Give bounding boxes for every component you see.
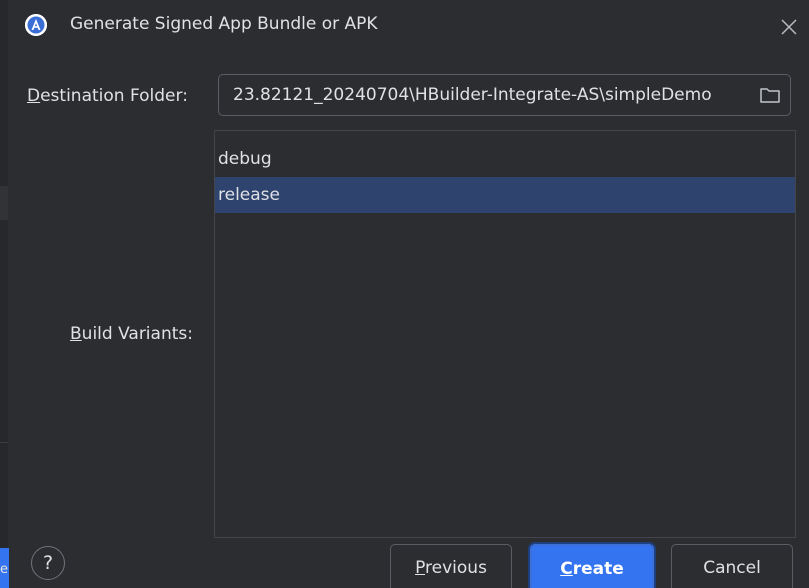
background-ide-strip: e	[0, 0, 9, 588]
background-ide-tab: e	[0, 548, 9, 588]
previous-button[interactable]: Previous	[390, 544, 512, 588]
destination-label-mnemonic: D	[27, 86, 41, 106]
signed-bundle-dialog: e Generate Signed App Bundle or APK Dest…	[0, 0, 809, 588]
close-button[interactable]	[778, 16, 800, 38]
build-variants-label: Build Variants:	[70, 324, 193, 344]
previous-label: revious	[425, 558, 487, 578]
destination-folder-label: Destination Folder:	[27, 86, 188, 106]
build-variants-list[interactable]: debug release	[214, 130, 796, 538]
background-ide-row	[0, 186, 8, 220]
create-mnemonic: C	[560, 559, 573, 579]
browse-folder-button[interactable]	[759, 85, 781, 105]
previous-mnemonic: P	[415, 558, 426, 578]
destination-folder-value[interactable]: 23.82121_20240704\HBuilder-Integrate-AS\…	[233, 85, 753, 105]
variant-item-release[interactable]: release	[215, 177, 795, 213]
create-button[interactable]: Create	[530, 544, 654, 588]
dialog-titlebar: Generate Signed App Bundle or APK	[0, 0, 809, 52]
create-label: reate	[572, 559, 624, 579]
dialog-title: Generate Signed App Bundle or APK	[70, 14, 378, 34]
background-ide-tab-text: e	[0, 562, 8, 577]
android-studio-icon	[25, 14, 47, 36]
variant-item-debug[interactable]: debug	[215, 141, 795, 177]
folder-icon	[760, 88, 780, 103]
close-icon	[781, 19, 797, 35]
build-variants-label-text: uild Variants:	[81, 324, 193, 344]
destination-label-text: estination Folder:	[40, 86, 188, 106]
destination-folder-field[interactable]: 23.82121_20240704\HBuilder-Integrate-AS\…	[218, 74, 791, 116]
cancel-button[interactable]: Cancel	[671, 544, 793, 588]
background-ide-divider	[0, 442, 8, 443]
help-button[interactable]: ?	[31, 546, 65, 580]
build-variants-label-mnemonic: B	[70, 324, 82, 344]
